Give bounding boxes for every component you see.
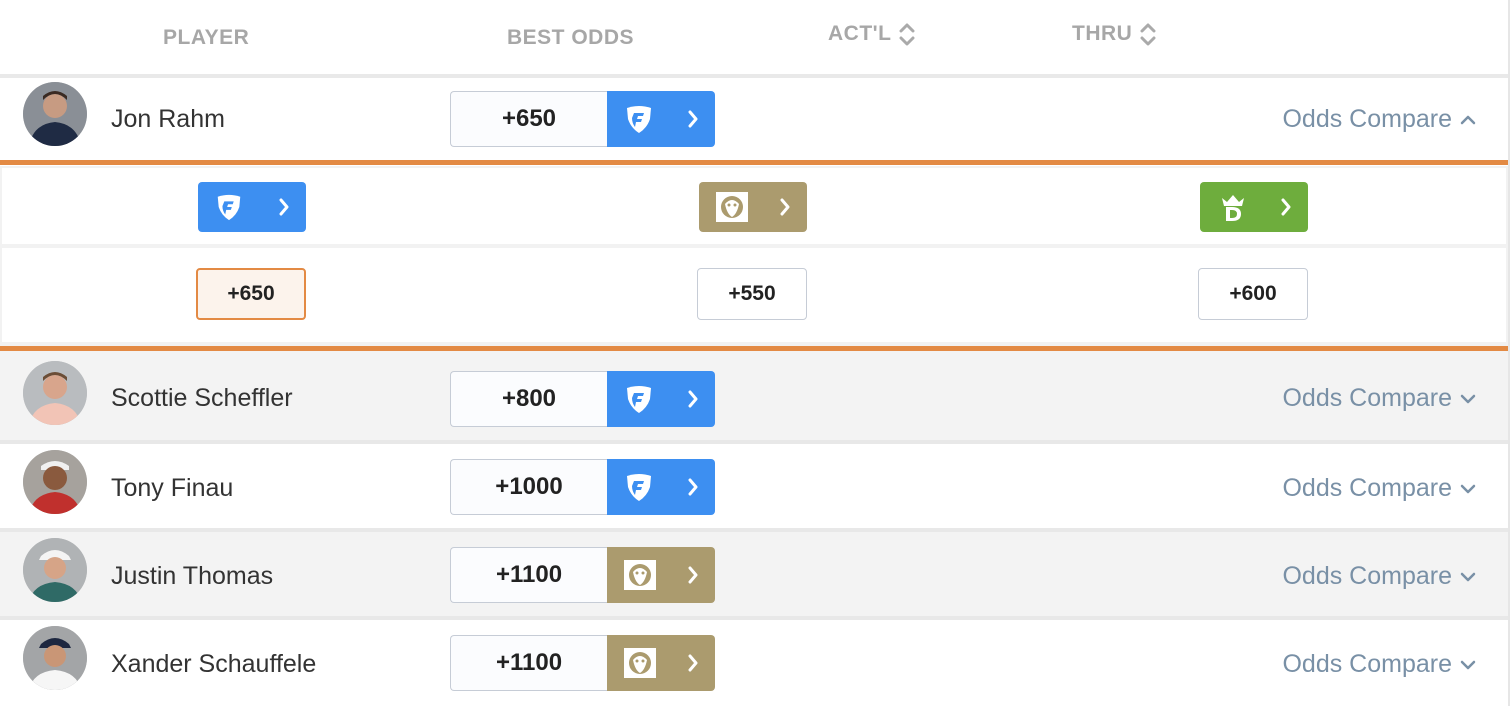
chevron-right-icon [688,566,698,584]
sort-icon [899,23,915,46]
odds-compare-toggle[interactable]: Odds Compare [1282,384,1476,413]
draftkings-link-button[interactable] [1200,182,1308,232]
player-name[interactable]: Scottie Scheffler [111,384,293,413]
best-odds-group[interactable]: +1100 [450,635,716,691]
chevron-down-icon [1460,660,1476,669]
chevron-down-icon [1460,394,1476,403]
table-header: PLAYER BEST ODDS ACT'L THRU [0,0,1508,78]
betmgm-odds-button[interactable]: +550 [697,268,807,320]
fanduel-bet-button[interactable] [607,91,715,147]
chevron-right-icon [1281,198,1291,216]
chevron-down-icon [1460,572,1476,581]
player-row-justin-thomas[interactable]: Justin Thomas +1100 Odds Compare [0,532,1508,616]
header-actual-sort[interactable]: ACT'L [828,22,915,46]
fanduel-shield-icon [627,474,651,501]
fanduel-bet-button[interactable] [607,371,715,427]
fanduel-link-button[interactable] [198,182,306,232]
odds-compare-panel: +650 +550 +600 [0,166,1508,346]
best-odds-value[interactable]: +650 [450,91,607,147]
chevron-up-icon [1460,115,1476,124]
betmgm-lion-icon [624,560,656,590]
player-row-xander-schauffele[interactable]: Xander Schauffele +1100 Odds Compare [0,620,1508,706]
draftkings-crown-icon [1222,195,1244,221]
betmgm-lion-icon [624,648,656,678]
chevron-right-icon [688,478,698,496]
best-odds-group[interactable]: +800 [450,371,716,427]
player-avatar [23,450,87,514]
player-row-tony-finau[interactable]: Tony Finau +1000 Odds Compare [0,444,1508,528]
sort-icon [1140,23,1156,46]
chevron-right-icon [688,390,698,408]
betmgm-bet-button[interactable] [607,635,715,691]
betmgm-bet-button[interactable] [607,547,715,603]
odds-compare-toggle[interactable]: Odds Compare [1282,650,1476,679]
header-best-odds: BEST ODDS [507,26,635,49]
chevron-right-icon [780,198,790,216]
odds-compare-toggle[interactable]: Odds Compare [1282,105,1476,134]
player-name[interactable]: Jon Rahm [111,105,225,134]
header-player: PLAYER [163,26,250,49]
fanduel-odds-button[interactable]: +650 [196,268,306,320]
player-avatar [23,361,87,425]
best-odds-value[interactable]: +1000 [450,459,607,515]
best-odds-value[interactable]: +800 [450,371,607,427]
chevron-right-icon [279,198,289,216]
player-name[interactable]: Xander Schauffele [111,650,316,679]
compare-books-row [2,168,1506,244]
odds-compare-toggle[interactable]: Odds Compare [1282,474,1476,503]
fanduel-shield-icon [627,386,651,413]
best-odds-group[interactable]: +1000 [450,459,716,515]
expanded-top-border [0,160,1508,165]
player-name[interactable]: Justin Thomas [111,562,273,591]
player-avatar [23,626,87,690]
player-avatar [23,82,87,146]
betmgm-link-button[interactable] [699,182,807,232]
best-odds-value[interactable]: +1100 [450,635,607,691]
fanduel-bet-button[interactable] [607,459,715,515]
odds-table: PLAYER BEST ODDS ACT'L THRU Jon Rahm +65… [0,0,1510,706]
player-row-jon-rahm[interactable]: Jon Rahm +650 Odds Compare [0,78,1508,160]
player-name[interactable]: Tony Finau [111,474,233,503]
fanduel-shield-icon [217,194,241,221]
odds-compare-toggle[interactable]: Odds Compare [1282,562,1476,591]
compare-odds-row: +650 +550 +600 [2,248,1506,342]
chevron-down-icon [1460,484,1476,493]
chevron-right-icon [688,654,698,672]
chevron-right-icon [688,110,698,128]
best-odds-group[interactable]: +650 [450,91,716,147]
player-row-scottie-scheffler[interactable]: Scottie Scheffler +800 Odds Compare [0,351,1508,440]
header-thru-sort[interactable]: THRU [1072,22,1156,46]
best-odds-value[interactable]: +1100 [450,547,607,603]
best-odds-group[interactable]: +1100 [450,547,716,603]
player-avatar [23,538,87,602]
betmgm-lion-icon [716,192,748,222]
fanduel-shield-icon [627,106,651,133]
draftkings-odds-button[interactable]: +600 [1198,268,1308,320]
